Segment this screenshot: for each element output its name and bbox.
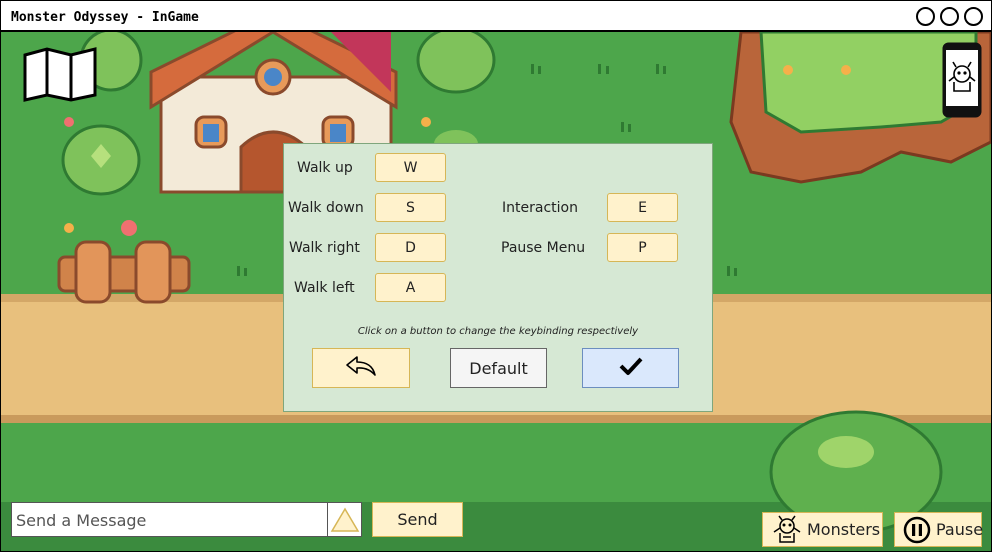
- pause-menu-label: Pause Menu: [501, 240, 586, 256]
- confirm-button[interactable]: [582, 348, 679, 388]
- window-button-3[interactable]: [964, 7, 983, 26]
- send-button[interactable]: Send: [372, 502, 463, 537]
- message-input[interactable]: [14, 508, 323, 532]
- default-button[interactable]: Default: [450, 348, 547, 388]
- keybinding-hint: Click on a button to change the keybindi…: [357, 326, 639, 337]
- pause-menu-key-button[interactable]: P: [607, 233, 678, 262]
- checkmark-icon: [619, 356, 643, 380]
- walk-right-label: Walk right: [289, 240, 360, 256]
- walk-down-label: Walk down: [288, 200, 364, 216]
- walk-left-key-button[interactable]: A: [375, 273, 446, 302]
- keybinding-dialog: Walk up W Walk down S Walk right D Walk …: [283, 143, 713, 412]
- walk-left-label: Walk left: [294, 280, 355, 296]
- monsters-button[interactable]: Monsters: [762, 512, 883, 547]
- walk-up-key-button[interactable]: W: [375, 153, 446, 182]
- window-title: Monster Odyssey - InGame: [11, 10, 199, 25]
- chat-box: [11, 502, 362, 537]
- triangle-up-icon[interactable]: [327, 503, 361, 536]
- game-window: Monster Odyssey - InGame Walk up W Walk …: [0, 0, 992, 552]
- pause-icon: [903, 516, 931, 544]
- pause-button[interactable]: Pause: [894, 512, 984, 547]
- interaction-label: Interaction: [502, 200, 578, 216]
- window-button-1[interactable]: [916, 7, 935, 26]
- interaction-key-button[interactable]: E: [607, 193, 678, 222]
- walk-down-key-button[interactable]: S: [375, 193, 446, 222]
- back-button[interactable]: [312, 348, 410, 388]
- monsters-label: Monsters: [807, 520, 881, 539]
- window-button-2[interactable]: [940, 7, 959, 26]
- map-icon[interactable]: [23, 47, 97, 102]
- title-bar: Monster Odyssey - InGame: [1, 1, 991, 32]
- walk-up-label: Walk up: [297, 160, 353, 176]
- back-arrow-icon: [344, 354, 378, 382]
- monster-icon: [771, 515, 803, 545]
- phone-icon[interactable]: [941, 41, 983, 119]
- pause-label: Pause: [936, 520, 984, 539]
- walk-right-key-button[interactable]: D: [375, 233, 446, 262]
